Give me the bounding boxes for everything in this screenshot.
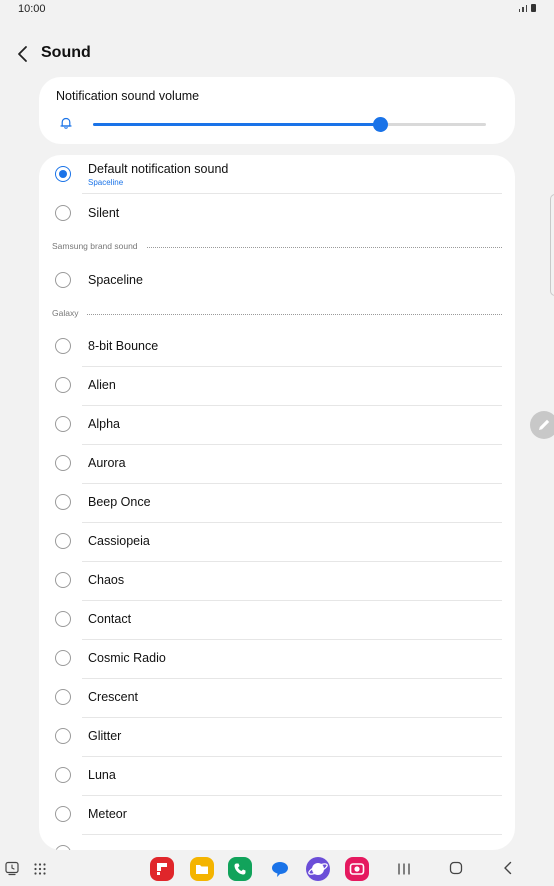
sound-label: Crescent	[88, 690, 139, 704]
sound-item[interactable]: Cassiopeia	[39, 522, 515, 560]
edge-panel-handle[interactable]	[550, 194, 554, 296]
back-icon[interactable]	[502, 861, 514, 875]
messages-app-icon[interactable]	[268, 857, 292, 881]
sound-item[interactable]: Aurora	[39, 444, 515, 482]
home-icon[interactable]	[449, 861, 463, 875]
section-header-samsung: Samsung brand sound	[52, 241, 502, 253]
volume-slider[interactable]	[93, 117, 486, 132]
sound-item[interactable]: Meteor	[39, 795, 515, 833]
section-label: Galaxy	[52, 308, 87, 318]
radio-button[interactable]	[55, 572, 71, 588]
navigation-bar	[0, 850, 554, 886]
app-drawer-grid-icon[interactable]	[33, 862, 47, 876]
volume-card: Notification sound volume	[39, 77, 515, 144]
flipboard-glyph	[157, 863, 167, 875]
radio-button[interactable]	[55, 650, 71, 666]
sound-label: Cosmic Radio	[88, 651, 166, 665]
radio-button[interactable]	[55, 533, 71, 549]
sound-label: Glitter	[88, 729, 122, 743]
status-time: 10:00	[18, 3, 46, 15]
radio-button[interactable]	[55, 377, 71, 393]
sound-item-partial[interactable]	[39, 834, 515, 850]
radio-button[interactable]	[55, 205, 71, 221]
section-header-galaxy: Galaxy	[52, 308, 502, 320]
section-divider	[52, 314, 502, 315]
sound-label: Meteor	[88, 807, 127, 821]
radio-button[interactable]	[55, 611, 71, 627]
phone-app-icon[interactable]	[228, 857, 252, 881]
sound-label: Cassiopeia	[88, 534, 150, 548]
sound-label: Chaos	[88, 573, 125, 587]
sound-label: Alien	[88, 378, 116, 392]
option-label: Silent	[88, 206, 120, 220]
sound-label: Beep Once	[88, 495, 151, 509]
sound-item[interactable]: Alien	[39, 366, 515, 404]
sound-item[interactable]: Contact	[39, 600, 515, 638]
sound-label: Luna	[88, 768, 116, 782]
section-label: Samsung brand sound	[52, 241, 146, 251]
signal-icon	[518, 9, 520, 12]
flipboard-app-icon[interactable]	[150, 857, 174, 881]
internet-app-icon[interactable]	[306, 857, 330, 881]
camera-glyph	[349, 863, 365, 875]
radio-button[interactable]	[55, 767, 71, 783]
sound-label: 8-bit Bounce	[88, 339, 159, 353]
sound-label: Contact	[88, 612, 132, 626]
header: Sound	[0, 38, 554, 70]
sound-item[interactable]: Cosmic Radio	[39, 639, 515, 677]
sound-item[interactable]: Alpha	[39, 405, 515, 443]
back-button[interactable]	[12, 42, 34, 66]
option-silent[interactable]: Silent	[39, 194, 515, 232]
planet-glyph	[308, 863, 328, 875]
chevron-left-icon	[18, 46, 27, 62]
recent-apps-clock-icon[interactable]	[4, 860, 20, 876]
option-label: Default notification sound	[88, 162, 229, 176]
sound-item-spaceline[interactable]: Spaceline	[39, 261, 515, 299]
volume-title: Notification sound volume	[56, 89, 200, 103]
volume-slider-fill	[93, 123, 380, 126]
recents-icon[interactable]	[396, 862, 412, 876]
sound-item[interactable]: 8-bit Bounce	[39, 327, 515, 365]
radio-button[interactable]	[55, 416, 71, 432]
sound-item[interactable]: Glitter	[39, 717, 515, 755]
radio-button[interactable]	[55, 494, 71, 510]
status-bar: 10:00	[0, 0, 554, 20]
pencil-icon	[539, 419, 550, 430]
sound-list-card: Default notification sound Spaceline Sil…	[39, 155, 515, 850]
sound-label: Alpha	[88, 417, 120, 431]
edit-button[interactable]	[530, 411, 554, 439]
radio-button[interactable]	[55, 166, 71, 182]
option-default-notification-sound[interactable]: Default notification sound Spaceline	[39, 155, 515, 193]
sound-item[interactable]: Beep Once	[39, 483, 515, 521]
radio-button[interactable]	[55, 806, 71, 822]
radio-button[interactable]	[55, 728, 71, 744]
sound-label: Spaceline	[88, 273, 143, 287]
signal-bar	[522, 7, 524, 12]
sound-item[interactable]: Chaos	[39, 561, 515, 599]
status-icons	[518, 4, 536, 12]
sound-label: Aurora	[88, 456, 126, 470]
chat-bubble-glyph	[272, 862, 288, 877]
radio-button[interactable]	[55, 338, 71, 354]
my-files-app-icon[interactable]	[190, 857, 214, 881]
option-sublabel: Spaceline	[88, 178, 124, 187]
sound-item[interactable]: Luna	[39, 756, 515, 794]
phone-glyph	[234, 863, 246, 875]
folder-glyph	[196, 865, 208, 874]
radio-button[interactable]	[55, 689, 71, 705]
signal-bar	[525, 5, 527, 12]
battery-icon	[531, 4, 536, 12]
page-title: Sound	[41, 44, 91, 61]
camera-app-icon[interactable]	[345, 857, 369, 881]
bell-icon	[60, 117, 72, 129]
sound-item[interactable]: Crescent	[39, 678, 515, 716]
radio-button[interactable]	[55, 272, 71, 288]
radio-button[interactable]	[55, 455, 71, 471]
volume-slider-thumb[interactable]	[372, 117, 388, 132]
